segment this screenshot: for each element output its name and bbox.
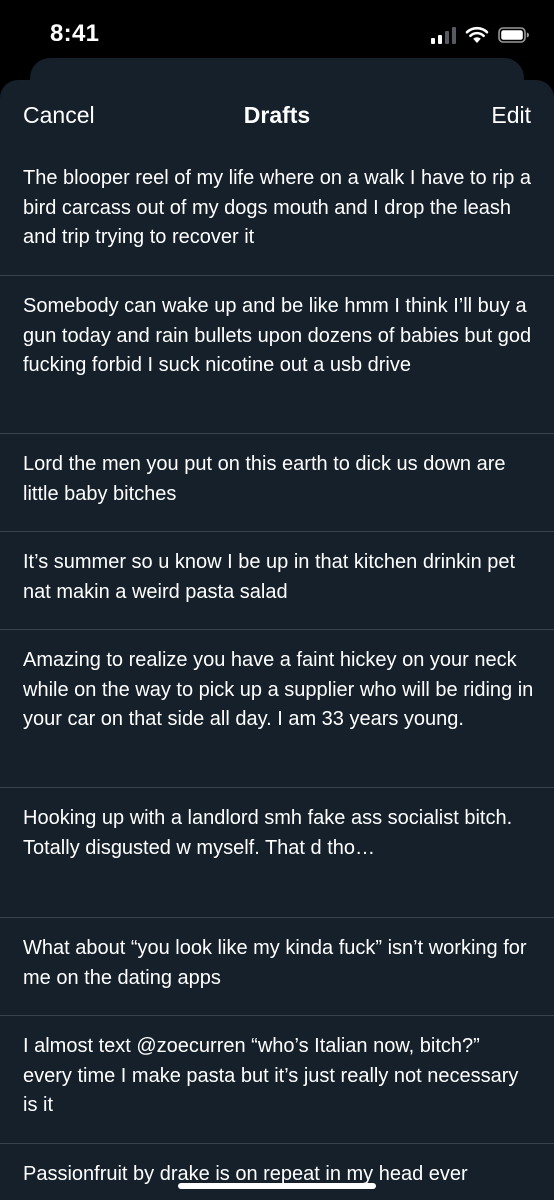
draft-text: Amazing to realize you have a faint hick… bbox=[23, 649, 534, 730]
home-indicator[interactable] bbox=[178, 1183, 376, 1189]
wifi-icon bbox=[465, 26, 489, 44]
cellular-signal-icon bbox=[431, 26, 456, 44]
draft-item[interactable]: What about “you look like my kinda fuck”… bbox=[0, 918, 554, 1016]
draft-text: The blooper reel of my life where on a w… bbox=[23, 167, 532, 248]
draft-item[interactable]: The blooper reel of my life where on a w… bbox=[0, 154, 554, 276]
battery-icon bbox=[498, 27, 530, 43]
drafts-sheet: Cancel Drafts Edit The blooper reel of m… bbox=[0, 80, 554, 1200]
draft-text: It’s summer so u know I be up in that ki… bbox=[23, 551, 516, 603]
draft-list: The blooper reel of my life where on a w… bbox=[0, 154, 554, 1200]
draft-text: I almost text @zoecurren “who’s Italian … bbox=[23, 1035, 519, 1116]
draft-text: Hooking up with a landlord smh fake ass … bbox=[23, 807, 513, 859]
draft-item[interactable]: It’s summer so u know I be up in that ki… bbox=[0, 532, 554, 630]
status-time: 8:41 bbox=[50, 20, 100, 47]
draft-text: Lord the men you put on this earth to di… bbox=[23, 453, 506, 505]
draft-item[interactable]: Amazing to realize you have a faint hick… bbox=[0, 630, 554, 788]
draft-item[interactable]: Hooking up with a landlord smh fake ass … bbox=[0, 788, 554, 918]
edit-button[interactable]: Edit bbox=[491, 102, 531, 129]
nav-bar: Cancel Drafts Edit bbox=[0, 80, 554, 154]
screen: 8:41 Cancel Drafts Edit The blooper reel… bbox=[0, 0, 554, 1200]
draft-text: What about “you look like my kinda fuck”… bbox=[23, 937, 527, 989]
draft-item[interactable]: I almost text @zoecurren “who’s Italian … bbox=[0, 1016, 554, 1144]
draft-item[interactable]: Lord the men you put on this earth to di… bbox=[0, 434, 554, 532]
draft-item[interactable]: Passionfruit by drake is on repeat in my… bbox=[0, 1144, 554, 1200]
draft-item[interactable]: Somebody can wake up and be like hmm I t… bbox=[0, 276, 554, 434]
draft-text: Somebody can wake up and be like hmm I t… bbox=[23, 295, 532, 376]
status-icons bbox=[431, 22, 530, 48]
cancel-button[interactable]: Cancel bbox=[23, 102, 95, 129]
